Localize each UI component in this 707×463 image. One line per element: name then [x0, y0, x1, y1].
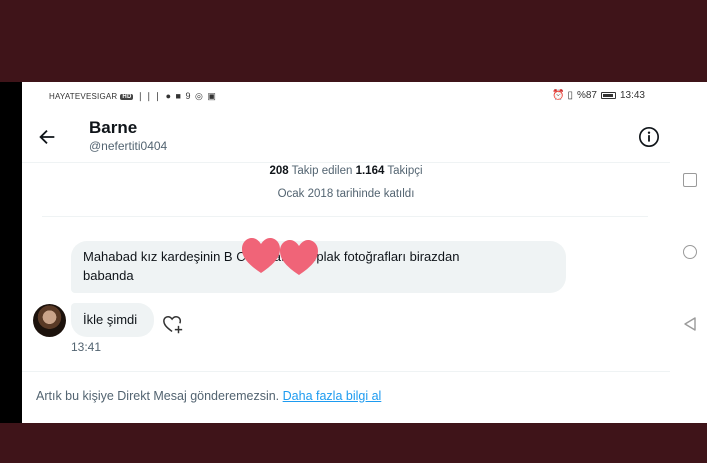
- header-divider: [22, 162, 670, 163]
- composer-divider: [22, 371, 670, 372]
- bottom-border: [0, 423, 707, 463]
- top-border: [0, 0, 707, 82]
- profile-divider: [42, 216, 648, 217]
- dm-notice-text: Artık bu kişiye Direkt Mesaj gönderemezs…: [36, 389, 280, 403]
- add-reaction-heart-icon[interactable]: [162, 314, 184, 336]
- phone-screen: HAYATEVESIGAR HD ❘❘❘ ● ■ 9 ◎ ▣ ⏰ ▯ %87 1…: [22, 82, 670, 423]
- recents-button[interactable]: [683, 173, 697, 187]
- left-black-bar: [0, 82, 22, 423]
- status-right: ⏰ ▯ %87 13:43: [552, 90, 645, 101]
- info-icon[interactable]: [638, 126, 660, 148]
- battery-percent: %87: [576, 90, 597, 101]
- following-label[interactable]: Takip edilen: [292, 165, 353, 177]
- heart-stickers-icon: [242, 238, 318, 275]
- status-left: HAYATEVESIGAR HD ❘❘❘ ● ■ 9 ◎ ▣: [49, 91, 217, 102]
- followers-label[interactable]: Takipçi: [387, 165, 422, 177]
- avatar[interactable]: [33, 304, 66, 337]
- followers-count[interactable]: 1.164: [356, 165, 385, 177]
- android-nav-bar: [670, 82, 707, 423]
- follow-stats: 208 Takip edilen 1.164 Takipçi: [22, 165, 670, 177]
- message-time: 13:41: [71, 340, 102, 354]
- message-bubble[interactable]: İkle şimdi: [71, 303, 154, 337]
- hd-badge: HD: [120, 93, 134, 100]
- status-bar: HAYATEVESIGAR HD ❘❘❘ ● ■ 9 ◎ ▣ ⏰ ▯ %87 1…: [22, 88, 670, 104]
- clock: 13:43: [619, 90, 645, 101]
- carrier-name: HAYATEVESIGAR: [49, 92, 118, 101]
- learn-more-link[interactable]: Daha fazla bilgi al: [283, 389, 382, 403]
- message-text: İkle şimdi: [83, 312, 138, 327]
- back-arrow-icon[interactable]: [36, 126, 58, 148]
- conversation-handle: @nefertiti0404: [89, 139, 168, 153]
- battery-icon: [600, 92, 616, 99]
- back-triangle-icon[interactable]: [683, 317, 697, 331]
- dm-disabled-notice: Artık bu kişiye Direkt Mesaj gönderemezs…: [36, 389, 381, 403]
- alarm-vibrate-icon: ⏰ ▯: [552, 90, 573, 101]
- joined-date: Ocak 2018 tarihinde katıldı: [277, 188, 415, 200]
- conversation-name: Barne: [89, 118, 138, 137]
- following-count[interactable]: 208: [269, 165, 288, 177]
- home-button[interactable]: [683, 245, 697, 259]
- notification-icons: ❘❘❘ ● ■ 9 ◎ ▣: [136, 91, 217, 101]
